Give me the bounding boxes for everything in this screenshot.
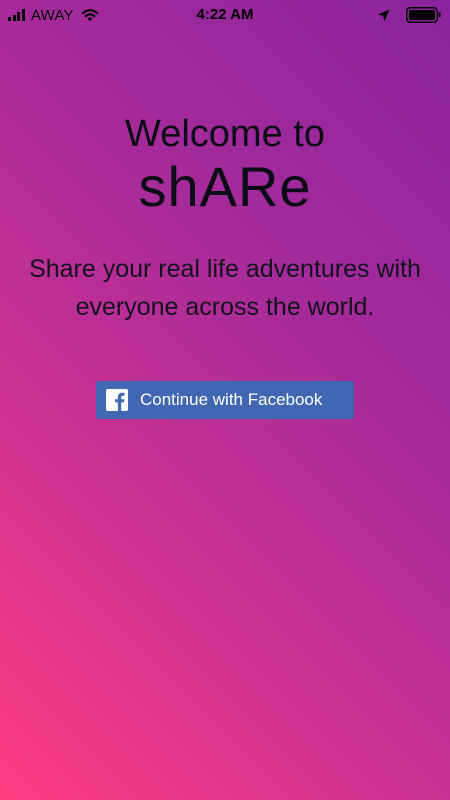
facebook-button-label: Continue with Facebook xyxy=(140,390,323,409)
battery-icon xyxy=(406,7,441,23)
welcome-screen: AWAY 4:22 AM Welcome to shARe Share your… xyxy=(0,0,450,800)
status-right xyxy=(377,6,442,24)
status-bar: AWAY 4:22 AM xyxy=(0,0,450,30)
welcome-heading: Welcome to xyxy=(125,113,325,155)
continue-with-facebook-button[interactable]: Continue with Facebook xyxy=(96,381,354,419)
location-arrow-icon xyxy=(377,9,390,21)
facebook-icon xyxy=(106,389,128,411)
tagline-text: Share your real life adventures with eve… xyxy=(29,255,421,321)
app-name-title: shARe xyxy=(138,155,312,218)
